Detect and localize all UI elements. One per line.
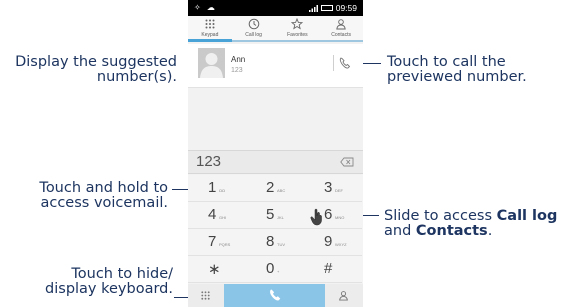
voicemail-annotation-line1: Touch and hold to: [39, 180, 168, 196]
suggested-contact[interactable]: Ann 123: [188, 44, 363, 88]
key-7-letters: PQRS: [219, 242, 231, 247]
key-9[interactable]: 9 WXYZ: [304, 229, 362, 256]
key-star-digit: ∗: [208, 261, 221, 278]
dialer-display: 123: [188, 150, 363, 174]
key-8[interactable]: 8 TUV: [246, 229, 304, 256]
keypad-icon: [201, 291, 210, 300]
preview-call-annotation-line2: previewed number.: [387, 69, 527, 85]
tab-contacts-label: Contacts: [331, 32, 351, 38]
phone-handset-icon: [270, 289, 281, 301]
status-time: 09:59: [335, 3, 357, 13]
voicemail-annotation-line2: access voicemail.: [40, 195, 168, 211]
signal-icon: [308, 5, 318, 12]
toggle-keyboard-button[interactable]: [188, 284, 224, 307]
key-0[interactable]: 0 +: [246, 256, 304, 283]
phone-screen: ✧ ☁ 09:59 Keypad Call log Favorites Cont…: [188, 0, 363, 307]
keyboard-annotation-line1: Touch to hide/: [71, 266, 173, 282]
key-3-letters: DEF: [335, 188, 343, 193]
key-7[interactable]: 7 PQRS: [188, 229, 246, 256]
tab-favorites[interactable]: Favorites: [276, 16, 320, 40]
avatar-silhouette-icon: [198, 48, 225, 78]
key-1[interactable]: 1 ΩΩ: [188, 175, 246, 202]
tab-favorites-label: Favorites: [287, 32, 308, 38]
tab-contacts[interactable]: Contacts: [319, 16, 363, 40]
suggested-contact-name: Ann: [231, 55, 246, 64]
keypad: 1 ΩΩ 2 ABC 3 DEF 4 GHI 5 JKL 6 MNO 7 PQR…: [188, 175, 363, 283]
tab-keypad[interactable]: Keypad: [188, 16, 232, 42]
preview-call-annotation: Touch to call the previewed number.: [387, 55, 527, 85]
key-5-digit: 5: [266, 206, 275, 223]
keyboard-annotation-line2: display keyboard.: [45, 281, 173, 297]
key-5-letters: JKL: [277, 215, 284, 220]
key-9-digit: 9: [324, 233, 333, 250]
key-2-letters: ABC: [277, 188, 286, 193]
contacts-button[interactable]: [325, 284, 363, 307]
key-4-letters: GHI: [219, 215, 227, 220]
key-hash[interactable]: #: [304, 256, 362, 283]
star-icon: [291, 18, 304, 30]
keyboard-toggle-annotation: Touch to hide/ display keyboard.: [45, 267, 173, 297]
action-bar: [188, 284, 363, 307]
key-1-digit: 1: [208, 179, 217, 196]
slide-annotation: Slide to access Call log and Contacts.: [384, 209, 557, 239]
key-2[interactable]: 2 ABC: [246, 175, 304, 202]
key-7-digit: 7: [208, 233, 217, 250]
preview-call-button[interactable]: [337, 55, 353, 71]
key-0-letters: +: [277, 269, 280, 274]
battery-icon: [320, 5, 333, 11]
preview-call-annotation-line1: Touch to call the: [387, 54, 506, 70]
tab-bar: Keypad Call log Favorites Contacts: [188, 16, 363, 42]
slide-hand-icon: [310, 208, 322, 226]
voicemail-icon: ΩΩ: [219, 188, 225, 193]
dialed-number: 123: [196, 153, 222, 170]
key-5[interactable]: 5 JKL: [246, 202, 304, 229]
suggested-numbers-annotation: Display the suggested number(s).: [15, 55, 177, 85]
backspace-icon: [340, 157, 354, 167]
key-0-digit: 0: [266, 260, 275, 277]
status-right: 09:59: [308, 3, 357, 13]
tab-keypad-label: Keypad: [201, 32, 219, 38]
key-4[interactable]: 4 GHI: [188, 202, 246, 229]
tab-call-log-label: Call log: [245, 32, 262, 38]
suggested-contact-number: 123: [231, 67, 243, 74]
key-3-digit: 3: [324, 179, 333, 196]
status-bar: ✧ ☁ 09:59: [188, 0, 363, 16]
key-star[interactable]: ∗: [188, 256, 246, 283]
notification-icons: ✧ ☁: [194, 3, 217, 12]
tab-call-log[interactable]: Call log: [232, 16, 276, 40]
key-3[interactable]: 3 DEF: [304, 175, 362, 202]
suggested-annotation-line1: Display the suggested: [15, 54, 177, 70]
person-icon: [339, 291, 348, 301]
backspace-button[interactable]: [340, 157, 354, 167]
key-9-letters: WXYZ: [335, 242, 347, 247]
suggested-annotation-line2: number(s).: [96, 69, 177, 85]
key-8-digit: 8: [266, 233, 275, 250]
clock-icon: [248, 18, 259, 30]
avatar: [198, 48, 225, 78]
voicemail-annotation: Touch and hold to access voicemail.: [39, 181, 168, 211]
key-hash-digit: #: [324, 260, 333, 277]
slide-annotation-line1: Slide to access Call log: [384, 208, 558, 224]
divider: [333, 55, 334, 71]
person-icon: [336, 19, 346, 30]
key-8-letters: TUV: [277, 242, 285, 247]
key-2-digit: 2: [266, 179, 275, 196]
key-4-digit: 4: [208, 206, 217, 223]
phone-handset-icon: [339, 57, 351, 69]
keypad-icon: [205, 19, 215, 29]
key-6-letters: MNO: [335, 215, 345, 220]
slide-annotation-line2: and Contacts.: [384, 223, 493, 239]
dial-button[interactable]: [224, 284, 325, 307]
